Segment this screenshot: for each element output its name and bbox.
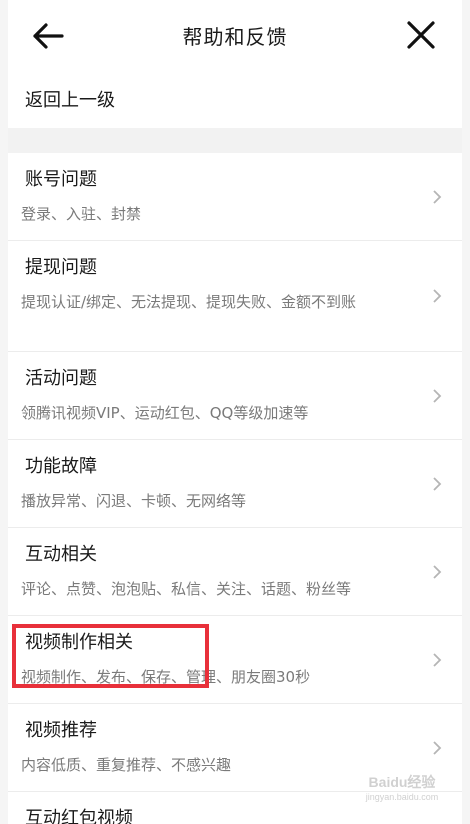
item-description: 提现认证/绑定、无法提现、提现失败、金额不到账 xyxy=(21,293,357,311)
chevron-right-icon xyxy=(433,564,442,579)
watermark-url: jingyan.baidu.com xyxy=(365,792,439,802)
item-title: 账号问题 xyxy=(25,169,97,190)
help-topic-list: 账号问题 登录、入驻、封禁 提现问题 提现认证/绑定、无法提现、提现失败、金额不… xyxy=(8,153,462,824)
item-title: 功能故障 xyxy=(25,456,97,477)
item-title: 互动红包视频 xyxy=(25,808,133,824)
list-item-account[interactable]: 账号问题 登录、入驻、封禁 xyxy=(8,153,462,241)
watermark: Baidu经验 jingyan.baidu.com xyxy=(354,772,450,802)
item-description: 视频制作、发布、保存、管理、朋友圈30秒 xyxy=(21,668,311,686)
chevron-right-icon xyxy=(433,740,442,755)
watermark-logo: Baidu经验 xyxy=(368,774,436,790)
item-description: 领腾讯视频VIP、运动红包、QQ等级加速等 xyxy=(21,404,309,422)
list-item-malfunction[interactable]: 功能故障 播放异常、闪退、卡顿、无网络等 xyxy=(8,440,462,528)
close-button[interactable] xyxy=(404,18,438,52)
chevron-right-icon xyxy=(433,476,442,491)
chevron-right-icon xyxy=(433,388,442,403)
item-title: 提现问题 xyxy=(25,257,97,278)
chevron-right-icon xyxy=(433,652,442,667)
help-feedback-screen: 帮助和反馈 返回上一级 账号问题 登录、入驻、封禁 提现问题 提现认证/绑定、无… xyxy=(8,0,462,824)
list-item-interaction[interactable]: 互动相关 评论、点赞、泡泡贴、私信、关注、话题、粉丝等 xyxy=(8,528,462,616)
chevron-right-icon xyxy=(433,289,442,303)
item-title: 互动相关 xyxy=(25,544,97,565)
page-title: 帮助和反馈 xyxy=(182,24,288,49)
list-item-withdraw[interactable]: 提现问题 提现认证/绑定、无法提现、提现失败、金额不到账 xyxy=(8,241,462,352)
list-item-activity[interactable]: 活动问题 领腾讯视频VIP、运动红包、QQ等级加速等 xyxy=(8,352,462,440)
back-button[interactable] xyxy=(30,18,66,54)
item-description: 登录、入驻、封禁 xyxy=(21,205,142,223)
arrow-left-icon xyxy=(33,23,64,49)
item-description: 播放异常、闪退、卡顿、无网络等 xyxy=(21,492,247,510)
section-divider xyxy=(8,128,462,153)
back-to-parent-link[interactable]: 返回上一级 xyxy=(8,70,462,128)
item-title: 视频推荐 xyxy=(25,720,97,741)
item-title: 视频制作相关 xyxy=(25,632,133,653)
top-bar: 帮助和反馈 xyxy=(8,0,462,70)
list-item-video-production[interactable]: 视频制作相关 视频制作、发布、保存、管理、朋友圈30秒 xyxy=(8,616,462,704)
item-description: 评论、点赞、泡泡贴、私信、关注、话题、粉丝等 xyxy=(21,580,352,598)
item-title: 活动问题 xyxy=(25,368,97,389)
chevron-right-icon xyxy=(433,189,442,204)
close-icon xyxy=(407,21,435,49)
